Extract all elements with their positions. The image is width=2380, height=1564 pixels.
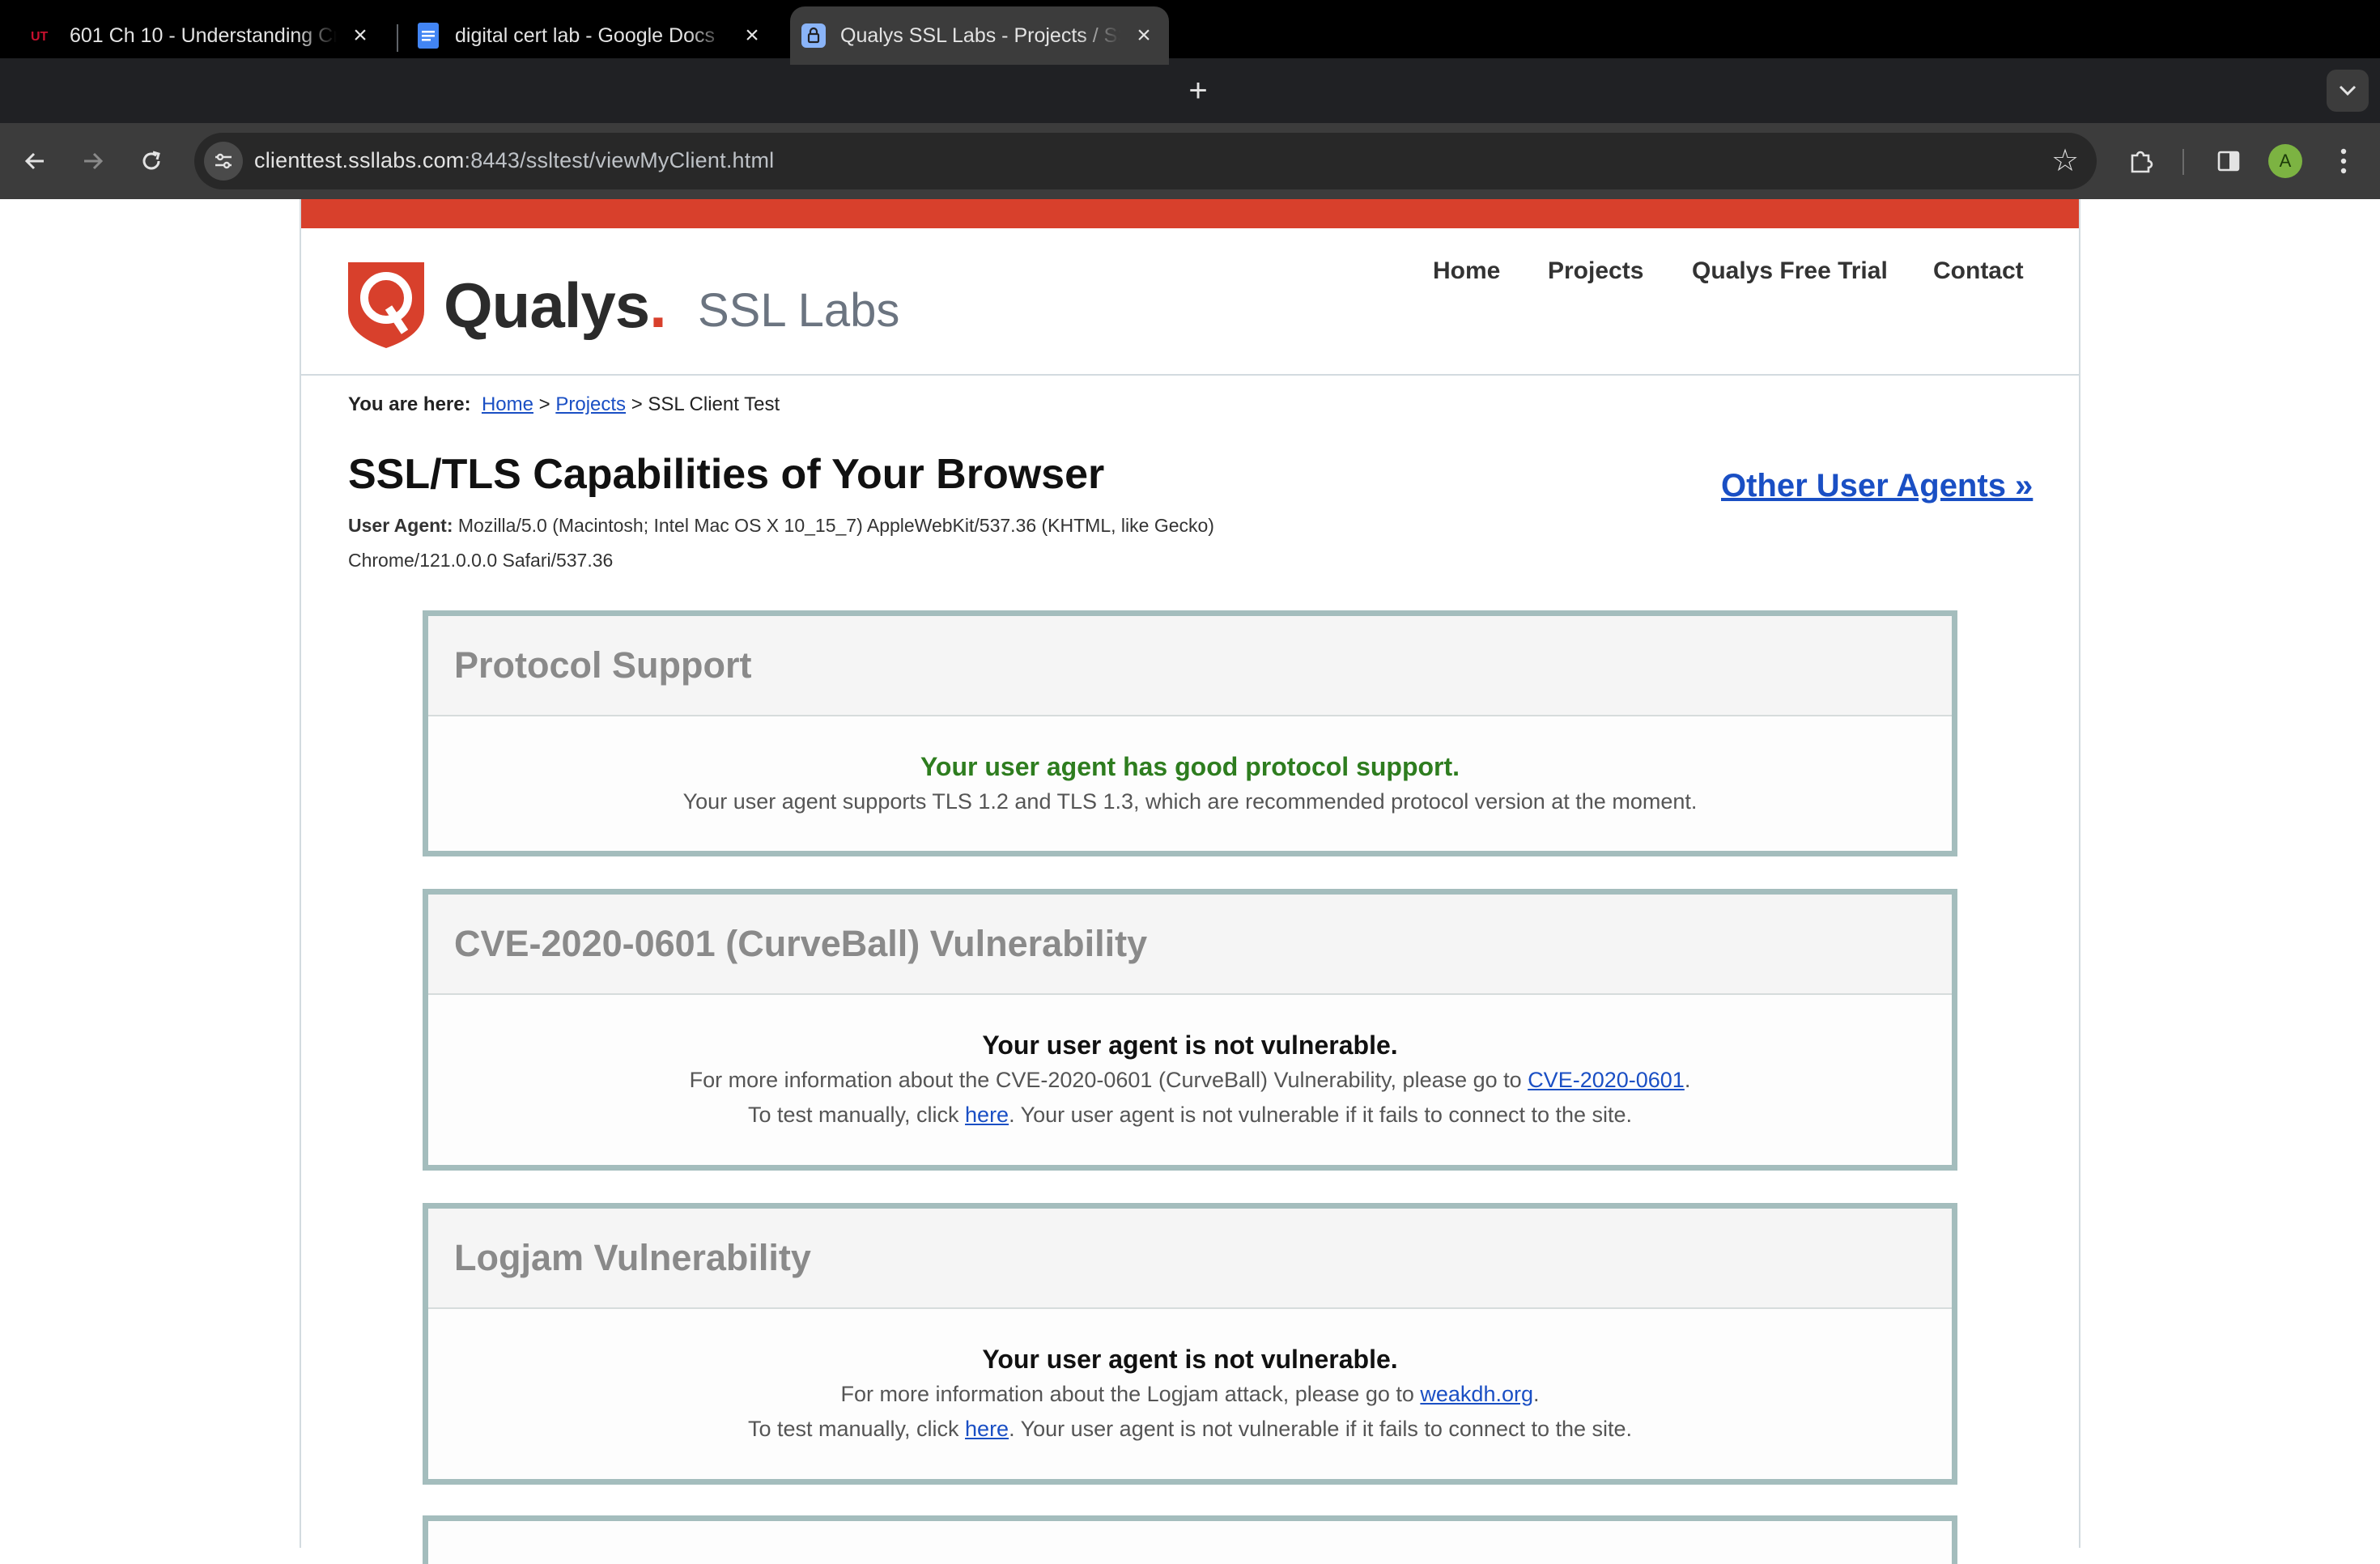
protocol-support-box: Protocol Support Your user agent has goo… [423, 610, 1957, 856]
back-button[interactable] [16, 142, 53, 180]
brand-red-bar [301, 199, 2079, 228]
curveball-status: Your user agent is not vulnerable. [982, 1031, 1398, 1060]
lock-icon [801, 23, 826, 48]
section-heading: Protocol Support [428, 616, 1952, 716]
curveball-box: CVE-2020-0601 (CurveBall) Vulnerability … [423, 889, 1957, 1171]
menu-button[interactable] [2325, 142, 2362, 180]
tab-ssl-labs[interactable]: Qualys SSL Labs - Projects / SSL Client … [790, 6, 1169, 65]
arrow-right-icon [84, 152, 104, 170]
tab-google-docs[interactable]: digital cert lab - Google Docs × [405, 6, 777, 65]
url-text[interactable]: clienttest.ssllabs.com:8443/ssltest/view… [254, 148, 774, 173]
logo-wordmark: Qualys. [444, 270, 667, 341]
cve-2020-0601-link[interactable]: CVE-2020-0601 [1528, 1068, 1685, 1092]
section-body: Your user agent is not vulnerable. For m… [428, 995, 1952, 1133]
tab-title: Qualys SSL Labs - Projects / SSL Client … [840, 23, 1120, 47]
url-host: clienttest.ssllabs.com [254, 148, 465, 172]
header-divider [301, 374, 2079, 376]
close-icon[interactable]: × [738, 22, 766, 49]
nav-projects[interactable]: Projects [1548, 257, 1643, 285]
reload-button[interactable] [133, 142, 170, 180]
tab-title: 601 Ch 10 - Understanding Cryptography [70, 23, 337, 47]
other-user-agents-link[interactable]: Other User Agents » [1721, 468, 2033, 504]
arrow-left-icon [24, 152, 44, 170]
section-heading: CVE-2020-0601 (CurveBall) Vulnerability [428, 895, 1952, 995]
browser-toolbar: clienttest.ssllabs.com:8443/ssltest/view… [0, 123, 2380, 199]
protocol-detail: Your user agent supports TLS 1.2 and TLS… [682, 789, 1698, 814]
close-icon[interactable]: × [1130, 22, 1158, 49]
nav-home[interactable]: Home [1433, 257, 1500, 285]
tab-separator [397, 24, 398, 52]
forward-button[interactable] [74, 142, 112, 180]
breadcrumb-projects-link[interactable]: Projects [555, 393, 626, 415]
side-panel-icon [2217, 151, 2240, 172]
new-tab-button[interactable]: + [1182, 74, 1214, 107]
curveball-test-here-link[interactable]: here [965, 1103, 1009, 1127]
section-body: Your user agent has good protocol suppor… [428, 716, 1952, 819]
tune-icon [215, 153, 232, 169]
profile-avatar[interactable]: A [2268, 144, 2302, 178]
tab-utsa[interactable]: UT 601 Ch 10 - Understanding Cryptograph… [19, 6, 385, 65]
weakdh-link[interactable]: weakdh.org [1420, 1382, 1533, 1406]
breadcrumb: You are here: Home > Projects > SSL Clie… [348, 393, 780, 415]
qualys-shield-icon [348, 262, 424, 348]
site-info-button[interactable] [204, 142, 243, 181]
curveball-info: For more information about the CVE-2020-… [689, 1068, 1691, 1092]
nav-contact[interactable]: Contact [1933, 257, 2024, 285]
section-heading: Logjam Vulnerability [428, 1209, 1952, 1309]
reload-icon [142, 151, 160, 170]
logjam-box: Logjam Vulnerability Your user agent is … [423, 1203, 1957, 1485]
logjam-test: To test manually, click here. Your user … [747, 1417, 1633, 1441]
tab-search-button[interactable] [2327, 70, 2369, 112]
tab-title: digital cert lab - Google Docs [455, 23, 715, 47]
curveball-test: To test manually, click here. Your user … [747, 1103, 1633, 1127]
nav-free-trial[interactable]: Qualys Free Trial [1692, 257, 1888, 285]
logjam-info: For more information about the Logjam at… [840, 1382, 1540, 1406]
address-bar[interactable]: clienttest.ssllabs.com:8443/ssltest/view… [194, 133, 2097, 189]
logjam-test-here-link[interactable]: here [965, 1417, 1009, 1441]
page-title: SSL/TLS Capabilities of Your Browser [348, 451, 1105, 498]
user-agent-value: Mozilla/5.0 (Macintosh; Intel Mac OS X 1… [348, 515, 1214, 571]
user-agent-info: User Agent: Mozilla/5.0 (Macintosh; Inte… [348, 508, 1320, 578]
bookmark-star-icon[interactable]: ☆ [2048, 144, 2082, 178]
url-path: :8443/ssltest/viewMyClient.html [464, 148, 775, 172]
google-docs-icon [416, 23, 440, 49]
svg-text:UT: UT [31, 30, 49, 44]
more-vert-icon [2340, 148, 2347, 174]
next-section-box [423, 1515, 1957, 1564]
page-content: Qualys. SSL Labs Home Projects Qualys Fr… [300, 199, 2080, 1564]
breadcrumb-label: You are here: [348, 393, 471, 415]
puzzle-icon [2131, 151, 2153, 173]
extensions-button[interactable] [2123, 142, 2160, 180]
protocol-status: Your user agent has good protocol suppor… [920, 752, 1460, 781]
toolbar-divider [2182, 149, 2184, 175]
logo-subtitle: SSL Labs [698, 284, 900, 337]
section-body: Your user agent is not vulnerable. For m… [428, 1309, 1952, 1447]
breadcrumb-home-link[interactable]: Home [482, 393, 533, 415]
user-agent-label: User Agent: [348, 515, 453, 536]
side-panel-button[interactable] [2210, 142, 2247, 180]
close-icon[interactable]: × [346, 22, 374, 49]
logjam-status: Your user agent is not vulnerable. [982, 1345, 1398, 1374]
breadcrumb-current: SSL Client Test [648, 393, 780, 415]
utsa-logo-icon: UT [31, 23, 55, 48]
chevron-down-icon [2339, 85, 2357, 96]
qualys-ssl-labs-logo[interactable]: Qualys. SSL Labs [348, 257, 931, 351]
